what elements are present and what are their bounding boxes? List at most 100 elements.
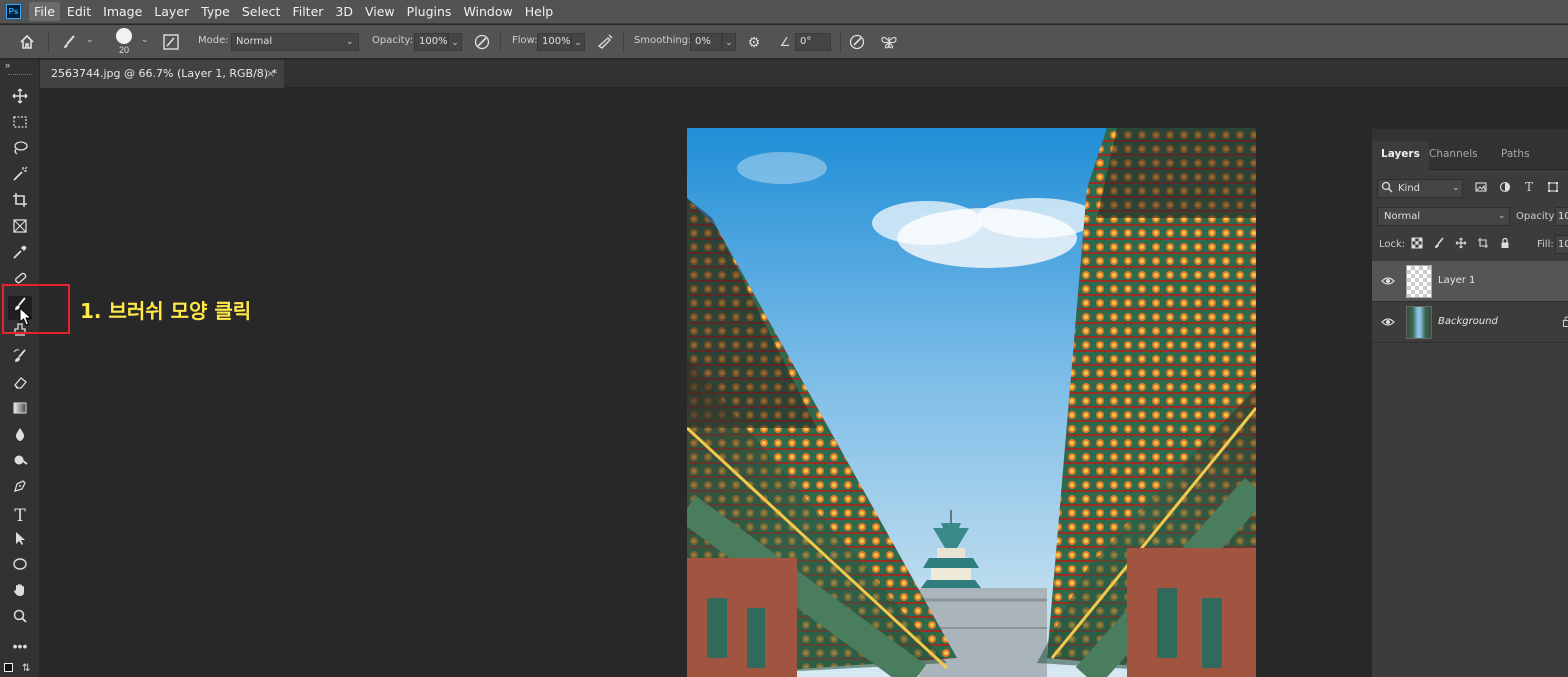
symmetry-butterfly-icon[interactable] — [880, 33, 898, 51]
smoothing-label: Smoothing: — [634, 35, 692, 46]
smoothing-options-gear-icon[interactable]: ⚙ — [745, 33, 763, 51]
background-lock-icon[interactable] — [1563, 316, 1568, 327]
opacity-input[interactable]: 100% — [414, 33, 448, 51]
menu-bar: Ps File Edit Image Layer Type Select Fil… — [0, 0, 1568, 24]
type-tool-icon[interactable]: T — [8, 504, 32, 528]
fill-input[interactable]: 10 — [1555, 235, 1568, 254]
layer-name: Background — [1438, 316, 1498, 327]
brush-tip-preview-icon[interactable] — [116, 28, 132, 44]
foreground-color-swatch[interactable] — [4, 663, 13, 672]
lasso-tool-icon[interactable] — [8, 140, 32, 164]
hand-tool-icon[interactable] — [8, 582, 32, 606]
menu-layer[interactable]: Layer — [149, 2, 194, 21]
filter-pixel-layer-icon[interactable] — [1474, 181, 1488, 195]
lock-label: Lock: — [1379, 239, 1406, 250]
menu-3d[interactable]: 3D — [330, 2, 358, 21]
brush-preset-chevron-icon[interactable]: ⌄ — [86, 34, 94, 45]
lock-position-icon[interactable] — [1454, 237, 1468, 251]
menu-help[interactable]: Help — [520, 2, 559, 21]
photoshop-logo-icon: Ps — [6, 4, 21, 19]
menu-select[interactable]: Select — [237, 2, 286, 21]
angle-icon: ∠ — [779, 35, 791, 49]
lock-image-pixels-icon[interactable] — [1432, 237, 1446, 251]
angle-input[interactable]: 0° — [795, 33, 831, 51]
filter-type-layer-icon[interactable]: T — [1522, 180, 1536, 194]
history-brush-tool-icon[interactable] — [8, 348, 32, 372]
layer-opacity-label: Opacity: — [1516, 211, 1558, 222]
dodge-tool-icon[interactable] — [8, 452, 32, 476]
gradient-tool-icon[interactable] — [8, 400, 32, 424]
tools-panel: » T ••• ⇅ — [0, 60, 40, 677]
layers-panel: Layers Channels Paths Kind ⌄ T Normal ⌄ … — [1371, 129, 1568, 677]
menu-edit[interactable]: Edit — [62, 2, 96, 21]
annotation-label: 1. 브러쉬 모양 클릭 — [80, 299, 252, 323]
rectangular-marquee-tool-icon[interactable] — [8, 114, 32, 138]
mode-chevron-icon: ⌄ — [346, 36, 354, 46]
blur-tool-icon[interactable] — [8, 426, 32, 450]
flow-label: Flow: — [512, 35, 538, 46]
opacity-dropdown-icon[interactable]: ⌄ — [448, 33, 462, 51]
swap-colors-icon[interactable]: ⇅ — [22, 663, 30, 674]
pressure-opacity-icon[interactable] — [473, 33, 491, 51]
menu-type[interactable]: Type — [196, 2, 235, 21]
eyedropper-tool-icon[interactable] — [8, 244, 32, 268]
layer-opacity-input[interactable]: 10 — [1555, 207, 1568, 226]
visibility-eye-icon[interactable] — [1381, 274, 1395, 288]
layer-row-background[interactable]: Background — [1372, 302, 1568, 343]
menu-filter[interactable]: Filter — [287, 2, 328, 21]
search-icon — [1381, 181, 1393, 196]
fill-label: Fill: — [1537, 239, 1554, 250]
layer-row-layer-1[interactable]: Layer 1 — [1372, 261, 1568, 302]
lock-all-icon[interactable] — [1498, 237, 1512, 251]
menu-plugins[interactable]: Plugins — [402, 2, 457, 21]
filter-adjustment-layer-icon[interactable] — [1498, 181, 1512, 195]
frame-tool-icon[interactable] — [8, 218, 32, 242]
mode-label: Mode: — [198, 35, 229, 46]
flow-input[interactable]: 100% — [537, 33, 571, 51]
filter-shape-layer-icon[interactable] — [1546, 181, 1560, 195]
magic-wand-tool-icon[interactable] — [8, 166, 32, 190]
menu-file[interactable]: File — [29, 2, 60, 21]
mouse-cursor-icon — [19, 307, 33, 326]
menu-window[interactable]: Window — [458, 2, 517, 21]
blend-mode-chevron-icon: ⌄ — [1498, 210, 1506, 220]
close-tab-icon[interactable]: × — [266, 60, 275, 87]
path-selection-tool-icon[interactable] — [8, 530, 32, 554]
pen-tool-icon[interactable] — [8, 478, 32, 502]
ellipse-tool-icon[interactable] — [8, 556, 32, 580]
expand-toolbar-icon[interactable]: » — [5, 60, 10, 70]
layer-thumbnail-image — [1406, 306, 1432, 339]
tab-channels[interactable]: Channels — [1420, 141, 1487, 170]
home-icon[interactable] — [18, 33, 36, 51]
smoothing-dropdown-icon[interactable]: ⌄ — [722, 33, 736, 51]
flow-dropdown-icon[interactable]: ⌄ — [571, 33, 585, 51]
move-tool-icon[interactable] — [8, 88, 32, 112]
zoom-tool-icon[interactable] — [8, 608, 32, 632]
brush-settings-panel-icon[interactable] — [162, 33, 180, 51]
brush-size-value: 20 — [119, 45, 130, 55]
panel-tab-bar: Layers Channels Paths — [1372, 129, 1568, 170]
menu-view[interactable]: View — [360, 2, 400, 21]
toolbar-grip[interactable] — [8, 74, 32, 76]
layer-thumbnail-transparent — [1406, 265, 1432, 298]
blend-mode-select[interactable]: Normal — [1377, 207, 1510, 226]
lock-transparent-pixels-icon[interactable] — [1410, 237, 1424, 251]
smoothing-input[interactable]: 0% — [690, 33, 722, 51]
eraser-tool-icon[interactable] — [8, 374, 32, 398]
document-tab[interactable]: 2563744.jpg @ 66.7% (Layer 1, RGB/8) * × — [40, 60, 284, 88]
tab-paths[interactable]: Paths — [1492, 141, 1539, 170]
more-tools-icon[interactable]: ••• — [8, 634, 32, 658]
pressure-size-icon[interactable] — [848, 33, 866, 51]
filter-chevron-icon: ⌄ — [1452, 182, 1460, 192]
crop-tool-icon[interactable] — [8, 192, 32, 216]
mode-select[interactable]: Normal — [231, 33, 359, 51]
brush-size-chevron-icon[interactable]: ⌄ — [141, 34, 149, 45]
options-bar: ⌄ 20 ⌄ Mode: Normal ⌄ Opacity: 100% ⌄ Fl… — [0, 25, 1568, 59]
visibility-eye-icon[interactable] — [1381, 315, 1395, 329]
canvas-image[interactable] — [687, 128, 1256, 677]
menu-image[interactable]: Image — [98, 2, 147, 21]
brush-preset-icon[interactable] — [60, 33, 78, 51]
lock-artboard-icon[interactable] — [1476, 237, 1490, 251]
document-tab-title: 2563744.jpg @ 66.7% (Layer 1, RGB/8) * — [51, 67, 278, 80]
airbrush-icon[interactable] — [596, 33, 614, 51]
